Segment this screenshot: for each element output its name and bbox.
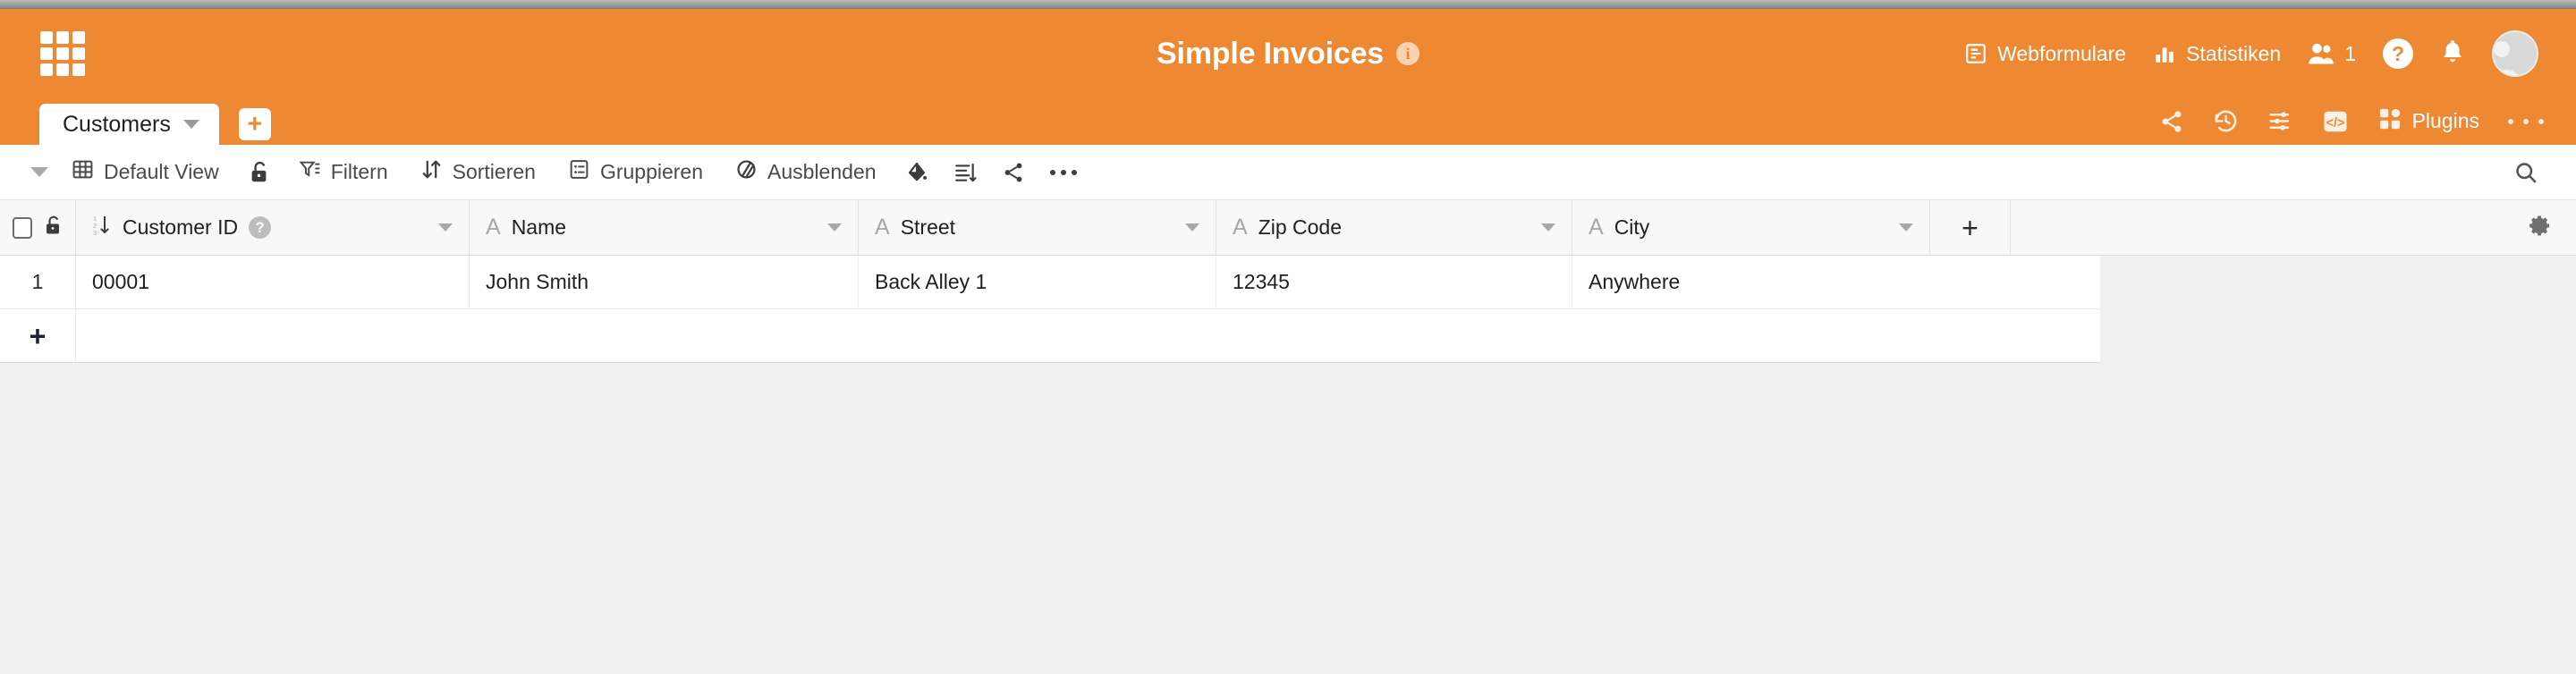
code-icon[interactable]: </> xyxy=(2322,108,2349,135)
select-all-checkbox[interactable] xyxy=(13,216,32,239)
chevron-down-icon[interactable] xyxy=(1541,223,1555,232)
add-row-button[interactable]: + xyxy=(0,309,76,362)
chevron-down-icon[interactable] xyxy=(1899,223,1913,232)
text-type-icon: A xyxy=(1589,215,1604,240)
hide-fields-label: Ausblenden xyxy=(767,160,877,183)
tab-label: Customers xyxy=(63,111,171,137)
eye-off-icon xyxy=(735,158,758,186)
column-header-city[interactable]: A City xyxy=(1572,200,1930,255)
cell-zip-code[interactable]: 12345 xyxy=(1216,256,1572,308)
filter-icon xyxy=(299,158,321,186)
unlock-icon[interactable] xyxy=(235,153,283,192)
tab-customers[interactable]: Customers xyxy=(39,104,219,145)
statistics-label: Statistiken xyxy=(2186,41,2282,65)
column-header-customer-id[interactable]: 1 2 3 Customer ID ? xyxy=(76,200,470,255)
chevron-down-icon[interactable] xyxy=(438,223,453,232)
grid-empty-canvas xyxy=(0,363,2576,674)
svg-text:3: 3 xyxy=(93,229,97,237)
plugins-label: Plugins xyxy=(2411,109,2479,132)
filter-label: Filtern xyxy=(330,160,388,183)
paint-bucket-icon[interactable] xyxy=(893,153,941,192)
header-actions: Webformulare Statistiken 1 ? xyxy=(1964,30,2544,77)
webforms-button[interactable]: Webformulare xyxy=(1964,42,2126,66)
add-row-empty-area xyxy=(76,309,2100,362)
hide-fields-button[interactable]: Ausblenden xyxy=(719,153,893,192)
page-title: Simple Invoices xyxy=(1157,36,1384,71)
svg-text:</>: </> xyxy=(2326,115,2344,130)
table-row[interactable]: 1 00001 John Smith Back Alley 1 12345 An… xyxy=(0,256,2100,309)
sort-label: Sortieren xyxy=(452,160,536,183)
web-form-icon xyxy=(1964,42,1987,65)
column-label: Street xyxy=(900,215,956,239)
search-icon[interactable] xyxy=(2501,153,2551,192)
webforms-label: Webformulare xyxy=(1997,41,2127,65)
members-button[interactable]: 1 xyxy=(2308,42,2356,66)
column-header-street[interactable]: A Street xyxy=(859,200,1216,255)
apps-grid-icon[interactable] xyxy=(38,29,88,79)
text-type-icon: A xyxy=(1233,215,1248,240)
text-type-icon: A xyxy=(486,215,501,240)
filter-button[interactable]: Filtern xyxy=(283,153,404,192)
column-label: Zip Code xyxy=(1258,215,1343,239)
more-horizontal-icon[interactable] xyxy=(2508,118,2544,124)
sort-button[interactable]: Sortieren xyxy=(404,153,552,192)
help-icon[interactable]: ? xyxy=(2383,38,2413,69)
info-icon[interactable]: i xyxy=(1396,42,1419,65)
history-icon[interactable] xyxy=(2213,108,2239,134)
cell-city[interactable]: Anywhere xyxy=(1572,256,1930,308)
number-sort-icon: 1 2 3 xyxy=(92,214,112,242)
view-toolbar: Default View Filtern Sortieren Gruppiere… xyxy=(0,145,2576,200)
data-grid: 1 2 3 Customer ID ? A Name A Street A Zi xyxy=(0,200,2576,674)
text-type-icon: A xyxy=(875,215,890,240)
collapse-triangle-icon[interactable] xyxy=(30,167,48,177)
group-button[interactable]: Gruppieren xyxy=(552,153,719,192)
default-view-button[interactable]: Default View xyxy=(55,153,235,192)
grid-header-row: 1 2 3 Customer ID ? A Name A Street A Zi xyxy=(0,200,2576,256)
statistics-button[interactable]: Statistiken xyxy=(2153,42,2281,66)
table-tab-bar: Customers + </> Plugins xyxy=(0,98,2576,145)
grid-header-tail xyxy=(2011,200,2576,255)
tab-bar-actions: </> Plugins xyxy=(2159,106,2544,136)
column-label: City xyxy=(1614,215,1650,239)
column-label: Customer ID xyxy=(123,215,239,239)
app-header: Simple Invoices i Webformulare Statistik… xyxy=(0,9,2576,98)
share-icon[interactable] xyxy=(989,153,1038,192)
cell-customer-id[interactable]: 00001 xyxy=(76,256,470,308)
window-chrome-bar xyxy=(0,0,2576,9)
row-number: 1 xyxy=(0,256,76,308)
column-header-zip-code[interactable]: A Zip Code xyxy=(1216,200,1572,255)
sort-icon xyxy=(420,158,443,186)
column-header-name[interactable]: A Name xyxy=(470,200,859,255)
cell-name[interactable]: John Smith xyxy=(470,256,859,308)
add-row-strip[interactable]: + xyxy=(0,309,2100,363)
cell-street[interactable]: Back Alley 1 xyxy=(859,256,1216,308)
default-view-label: Default View xyxy=(104,160,219,183)
bar-chart-icon xyxy=(2153,42,2176,65)
chevron-down-icon[interactable] xyxy=(1185,223,1199,232)
plugins-button[interactable]: Plugins xyxy=(2377,106,2479,136)
members-count: 1 xyxy=(2344,41,2356,65)
bell-icon[interactable] xyxy=(2440,38,2465,70)
share-icon[interactable] xyxy=(2159,109,2184,134)
chevron-down-icon[interactable] xyxy=(182,120,199,129)
row-height-icon[interactable] xyxy=(941,153,989,192)
chevron-down-icon[interactable] xyxy=(827,223,842,232)
settings-sliders-icon[interactable] xyxy=(2267,108,2293,134)
group-label: Gruppieren xyxy=(599,160,704,183)
grid-select-all-cell xyxy=(0,200,76,255)
gear-icon[interactable] xyxy=(2529,214,2553,242)
more-horizontal-icon[interactable] xyxy=(1038,153,1089,192)
column-label: Name xyxy=(511,215,567,239)
add-column-button[interactable]: + xyxy=(1930,200,2011,255)
avatar[interactable] xyxy=(2492,30,2538,77)
help-icon[interactable]: ? xyxy=(249,216,272,239)
group-icon xyxy=(568,158,590,186)
users-icon xyxy=(2308,42,2334,65)
plugins-icon xyxy=(2377,106,2402,136)
grid-view-icon xyxy=(72,158,94,186)
unlock-icon[interactable] xyxy=(43,215,63,241)
add-table-button[interactable]: + xyxy=(238,108,271,140)
